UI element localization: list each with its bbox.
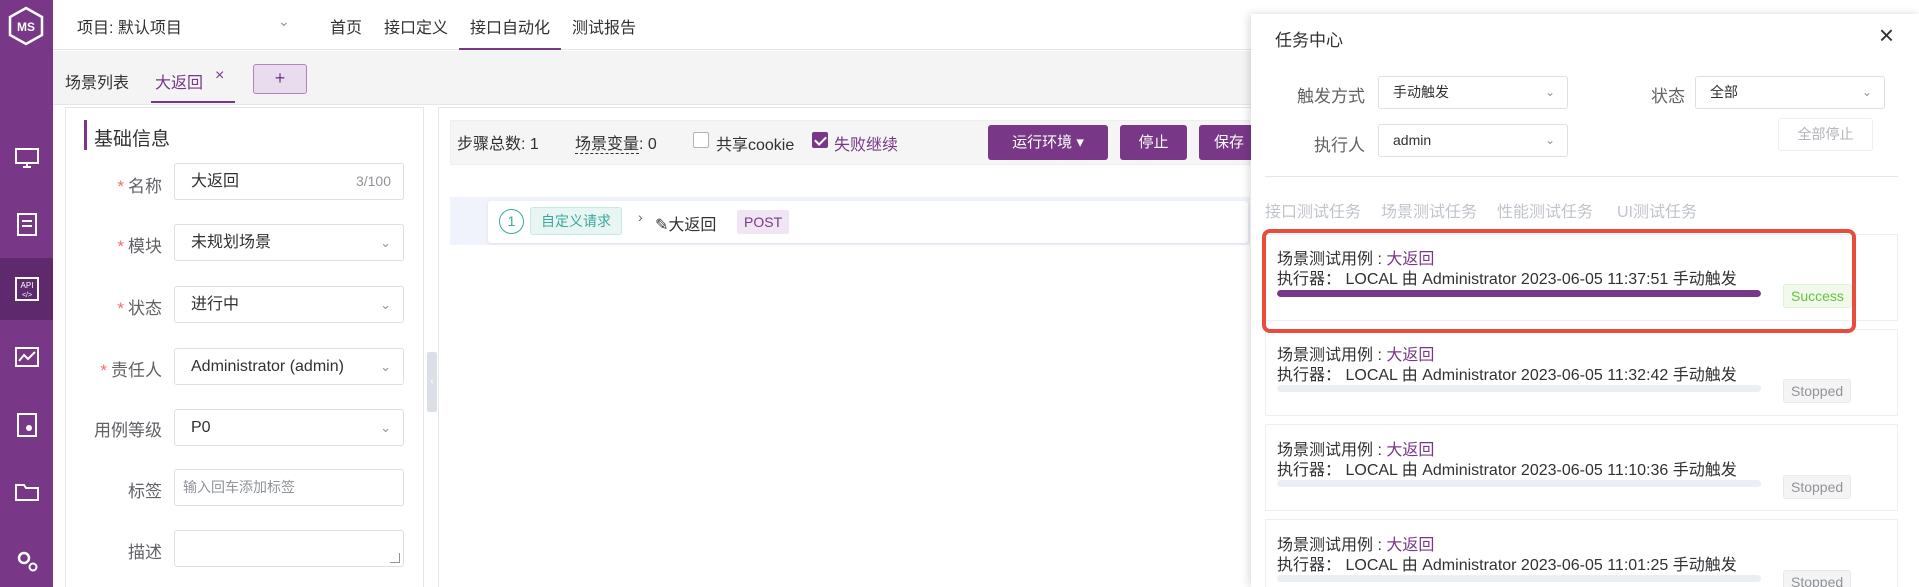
owner-label: * 责任人 xyxy=(100,361,162,380)
drawer-title: 任务中心 xyxy=(1275,31,1343,50)
stop-button[interactable]: 停止 xyxy=(1120,125,1187,160)
share-cookie-label[interactable]: 共享cookie xyxy=(716,131,794,155)
tags-label: 标签 xyxy=(128,482,162,501)
chevron-down-icon: ⌄ xyxy=(380,297,391,312)
task-detail: 执行器： LOCAL 由 Administrator 2023-06-05 11… xyxy=(1277,557,1737,574)
task-progress xyxy=(1277,385,1761,392)
chevron-down-icon: ⌄ xyxy=(380,235,391,250)
edit-icon[interactable]: ✎ xyxy=(655,217,668,234)
step-name[interactable]: ✎大返回 xyxy=(655,211,716,235)
tab-performance-tasks[interactable]: 性能测试任务 xyxy=(1497,198,1593,222)
chevron-down-icon: ⌄ xyxy=(380,359,391,374)
drawer-divider xyxy=(1265,176,1898,177)
description-textarea[interactable] xyxy=(174,530,404,567)
status-badge: Stopped xyxy=(1783,570,1852,587)
status-filter-label: 状态 xyxy=(1651,87,1685,106)
chevron-down-icon: ⌄ xyxy=(1544,133,1555,147)
nav-test-report[interactable]: 测试报告 xyxy=(561,0,647,50)
status-select[interactable]: 进行中 ⌄ xyxy=(174,286,404,323)
save-button[interactable]: 保存 xyxy=(1199,125,1259,160)
executor-label: 执行人 xyxy=(1314,136,1365,155)
owner-select[interactable]: Administrator (admin) ⌄ xyxy=(174,348,404,385)
chevron-down-icon: ⌄ xyxy=(380,420,391,435)
continue-on-fail-checkbox[interactable] xyxy=(812,132,828,148)
continue-on-fail-label[interactable]: 失败继续 xyxy=(834,131,898,155)
add-tab-button[interactable]: + xyxy=(253,64,307,94)
step-type-tag: 自定义请求 xyxy=(530,207,622,235)
trigger-label: 触发方式 xyxy=(1297,87,1365,106)
nav-api-automation[interactable]: 接口自动化 xyxy=(459,0,562,50)
task-detail: 执行器： LOCAL 由 Administrator 2023-06-05 11… xyxy=(1277,462,1737,479)
level-label: 用例等级 xyxy=(94,421,162,440)
caret-down-icon: ▾ xyxy=(1076,134,1084,151)
nav-api-definition[interactable]: 接口定义 xyxy=(373,0,459,50)
run-env-button[interactable]: 运行环境 ▾ xyxy=(988,125,1108,160)
task-progress xyxy=(1277,575,1761,582)
chevron-down-icon: ⌄ xyxy=(1861,85,1872,99)
status-badge: Stopped xyxy=(1783,475,1852,499)
collapse-handle[interactable]: ‹ xyxy=(427,352,437,412)
logo-icon: MS xyxy=(8,6,44,46)
step-index: 1 xyxy=(499,209,524,234)
tab-scenario-list[interactable]: 场景列表 xyxy=(65,69,129,93)
chevron-right-icon[interactable]: › xyxy=(638,209,643,225)
tab-active-scenario[interactable]: 大返回 xyxy=(155,69,203,93)
task-progress xyxy=(1277,480,1761,487)
char-counter: 3/100 xyxy=(355,173,391,189)
nav-home[interactable]: 首页 xyxy=(319,0,373,50)
http-method-tag: POST xyxy=(737,210,790,234)
main-nav: 首页 接口定义 接口自动化 测试报告 xyxy=(319,0,647,50)
svg-text:MS: MS xyxy=(17,20,35,34)
project-selector[interactable]: 项目: 默认项目 xyxy=(77,14,182,38)
tab-scenario-tasks[interactable]: 场景测试任务 xyxy=(1381,198,1477,222)
share-cookie-checkbox[interactable] xyxy=(693,132,709,148)
required-mark: * xyxy=(117,237,124,256)
tab-ui-tasks[interactable]: UI测试任务 xyxy=(1617,198,1697,222)
close-icon[interactable]: × xyxy=(215,67,224,85)
section-title: 基础信息 xyxy=(94,129,171,150)
desc-label: 描述 xyxy=(128,543,162,562)
chevron-down-icon[interactable]: ⌄ xyxy=(278,13,290,30)
required-mark: * xyxy=(117,177,124,196)
status-filter-select[interactable]: 全部 ⌄ xyxy=(1695,76,1885,109)
status-badge: Stopped xyxy=(1783,379,1852,403)
stop-all-button[interactable]: 全部停止 xyxy=(1778,118,1873,151)
tab-api-tasks[interactable]: 接口测试任务 xyxy=(1265,198,1361,222)
highlight-box xyxy=(1262,229,1856,333)
svg-text:API: API xyxy=(20,281,33,290)
active-tab-indicator xyxy=(151,101,235,103)
module-select[interactable]: 未规划场景 ⌄ xyxy=(174,224,404,261)
name-input[interactable]: 大返回 3/100 xyxy=(174,163,404,200)
name-label: * 名称 xyxy=(117,177,162,196)
resize-handle-icon[interactable] xyxy=(390,553,400,563)
executor-select[interactable]: admin ⌄ xyxy=(1378,124,1568,157)
status-label: * 状态 xyxy=(117,299,162,318)
tags-input[interactable]: 输入回车添加标签 xyxy=(174,469,404,506)
level-select[interactable]: P0 ⌄ xyxy=(174,409,404,446)
module-label: * 模块 xyxy=(117,237,162,256)
task-detail: 执行器： LOCAL 由 Administrator 2023-06-05 11… xyxy=(1277,367,1737,384)
scenario-vars[interactable]: 场景变量: 0 xyxy=(575,130,657,154)
section-accent xyxy=(84,120,87,150)
close-icon[interactable]: × xyxy=(1879,20,1894,51)
required-mark: * xyxy=(117,299,124,318)
step-total: 步骤总数: 1 xyxy=(457,136,539,153)
trigger-select[interactable]: 手动触发 ⌄ xyxy=(1378,76,1568,109)
required-mark: * xyxy=(100,361,107,380)
chevron-down-icon: ⌄ xyxy=(1544,85,1555,99)
